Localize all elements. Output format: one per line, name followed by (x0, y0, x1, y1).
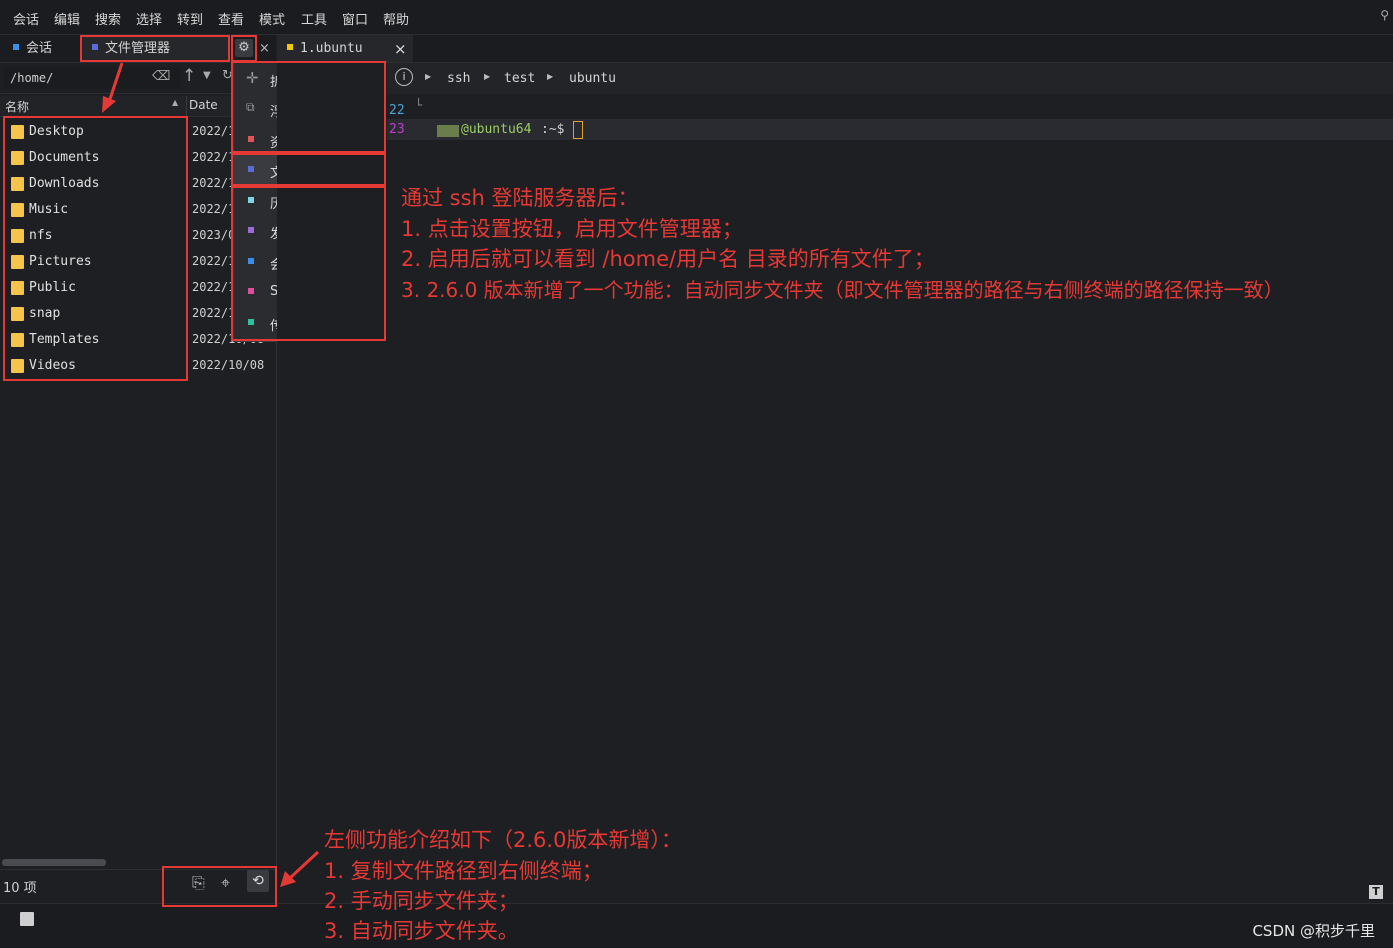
arrow-line (107, 62, 124, 103)
annotation-text: 3. 2.6.0 版本新增了一个功能：自动同步文件夹（即文件管理器的路径与右侧终… (401, 278, 1284, 302)
annotation-text: 左侧功能介绍如下（2.6.0版本新增）： (324, 828, 682, 852)
annotation-text: 1. 点击设置按钮，启用文件管理器； (401, 217, 743, 241)
arrow-head (102, 96, 116, 113)
annotation-text: 2. 启用后就可以看到 /home/用户名 目录的所有文件了； (401, 247, 935, 271)
annotation-text: 通过 ssh 登陆服务器后： (401, 186, 639, 210)
annotation-text: 3. 自动同步文件夹。 (324, 919, 519, 943)
annotation-text: 2. 手动同步文件夹； (324, 889, 519, 913)
annotation-arrows (102, 62, 320, 887)
arrow-line (288, 850, 320, 880)
annotation-text: 1. 复制文件路径到右侧终端； (324, 859, 603, 883)
